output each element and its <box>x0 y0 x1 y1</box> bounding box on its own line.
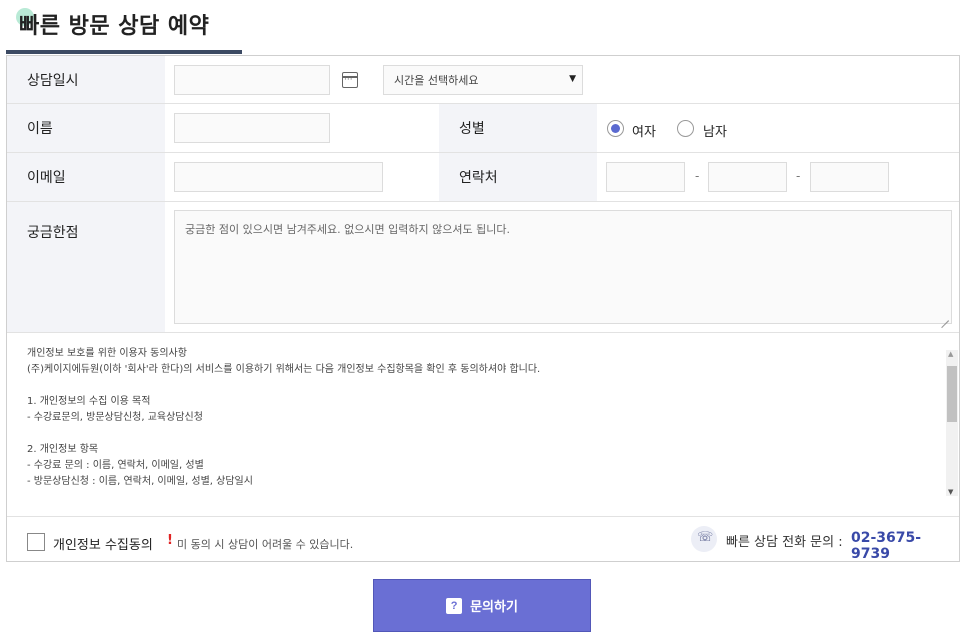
contact-label: 연락처 <box>439 153 597 201</box>
date-input[interactable] <box>174 65 330 95</box>
email-label: 이메일 <box>7 153 165 201</box>
gender-label: 성별 <box>439 104 597 152</box>
page-title: 빠른 방문 상담 예약 <box>19 14 210 39</box>
time-select[interactable]: 시간을 선택하세요 ▼ <box>383 65 583 95</box>
warning-text: 미 동의 시 상담이 어려울 수 있습니다. <box>177 538 354 551</box>
row-name-gender: 이름 성별 여자 남자 <box>7 104 959 153</box>
warning-icon: ! <box>167 533 173 548</box>
privacy-agree-label[interactable]: 개인정보 수집동의 <box>53 534 153 553</box>
terms-line: - 방문상담신청 : 이름, 연락처, 이메일, 성별, 상담일시 <box>27 476 253 487</box>
radio-male[interactable] <box>677 120 694 137</box>
radio-female-label: 여자 <box>632 125 656 140</box>
question-label: 궁금한점 <box>7 202 165 332</box>
phone-separator: - <box>796 169 801 183</box>
terms-line: - 수강료 문의 : 이름, 연락처, 이메일, 성별 <box>27 460 204 471</box>
terms-gap <box>27 378 945 394</box>
datetime-label: 상담일시 <box>7 56 165 103</box>
question-textarea[interactable]: 궁금한 점이 있으시면 남겨주세요. 없으시면 입력하지 않으셔도 됩니다. <box>174 210 952 324</box>
phone-label: 빠른 상담 전화 문의 : <box>726 535 843 550</box>
question-mark-icon: ? <box>446 597 463 614</box>
terms-scrollbar[interactable]: ▲ ▼ <box>946 350 958 496</box>
row-email-contact: 이메일 연락처 - - <box>7 153 959 202</box>
agree-row: 개인정보 수집동의 ! 미 동의 시 상담이 어려울 수 있습니다. ☏ 빠른 … <box>7 516 959 562</box>
phone-icon: ☏ <box>691 526 717 552</box>
scrollbar-thumb[interactable] <box>947 366 957 422</box>
privacy-terms-box[interactable]: 개인정보 보호를 위한 이용자 동의사항 (주)케이지에듀원(이하 '회사'라 … <box>27 346 945 496</box>
phone-separator: - <box>695 169 700 183</box>
row-datetime: 상담일시 시간을 선택하세요 ▼ <box>7 56 959 104</box>
phone-number: 02-3675-9739 <box>851 530 922 562</box>
terms-line: (주)케이지에듀원(이하 '회사'라 한다)의 서비스를 이용하기 위해서는 다… <box>27 364 541 375</box>
consultation-form: 상담일시 시간을 선택하세요 ▼ 이름 성별 여자 남자 이메일 연락처 - -… <box>6 55 960 562</box>
name-input[interactable] <box>174 113 330 143</box>
row-question: 궁금한점 궁금한 점이 있으시면 남겨주세요. 없으시면 입력하지 않으셔도 됩… <box>7 202 959 333</box>
terms-line: 2. 개인정보 항목 <box>27 444 99 455</box>
resize-handle-icon[interactable] <box>941 313 949 321</box>
privacy-agree-checkbox[interactable] <box>27 533 45 551</box>
scroll-up-arrow-icon[interactable]: ▲ <box>948 350 953 358</box>
caret-down-icon: ▼ <box>569 74 576 84</box>
phone-part-1-input[interactable] <box>606 162 685 192</box>
phone-part-3-input[interactable] <box>810 162 889 192</box>
radio-female[interactable] <box>607 120 624 137</box>
phone-part-2-input[interactable] <box>708 162 787 192</box>
scroll-down-arrow-icon[interactable]: ▼ <box>948 488 953 496</box>
inquiry-submit-button[interactable]: ? 문의하기 <box>373 579 591 632</box>
email-input[interactable] <box>174 162 383 192</box>
submit-label: 문의하기 <box>470 599 518 614</box>
radio-male-label: 남자 <box>703 125 727 140</box>
terms-line: - 수강료문의, 방문상담신청, 교육상담신청 <box>27 412 203 423</box>
name-label: 이름 <box>7 104 165 152</box>
terms-line: 개인정보 보호를 위한 이용자 동의사항 <box>27 348 187 359</box>
time-select-value: 시간을 선택하세요 <box>394 74 479 87</box>
title-underline <box>6 50 242 54</box>
terms-line: 1. 개인정보의 수집 이용 목적 <box>27 396 151 407</box>
calendar-icon[interactable] <box>342 72 358 88</box>
question-placeholder: 궁금한 점이 있으시면 남겨주세요. 없으시면 입력하지 않으셔도 됩니다. <box>185 223 510 236</box>
terms-gap <box>27 426 945 442</box>
